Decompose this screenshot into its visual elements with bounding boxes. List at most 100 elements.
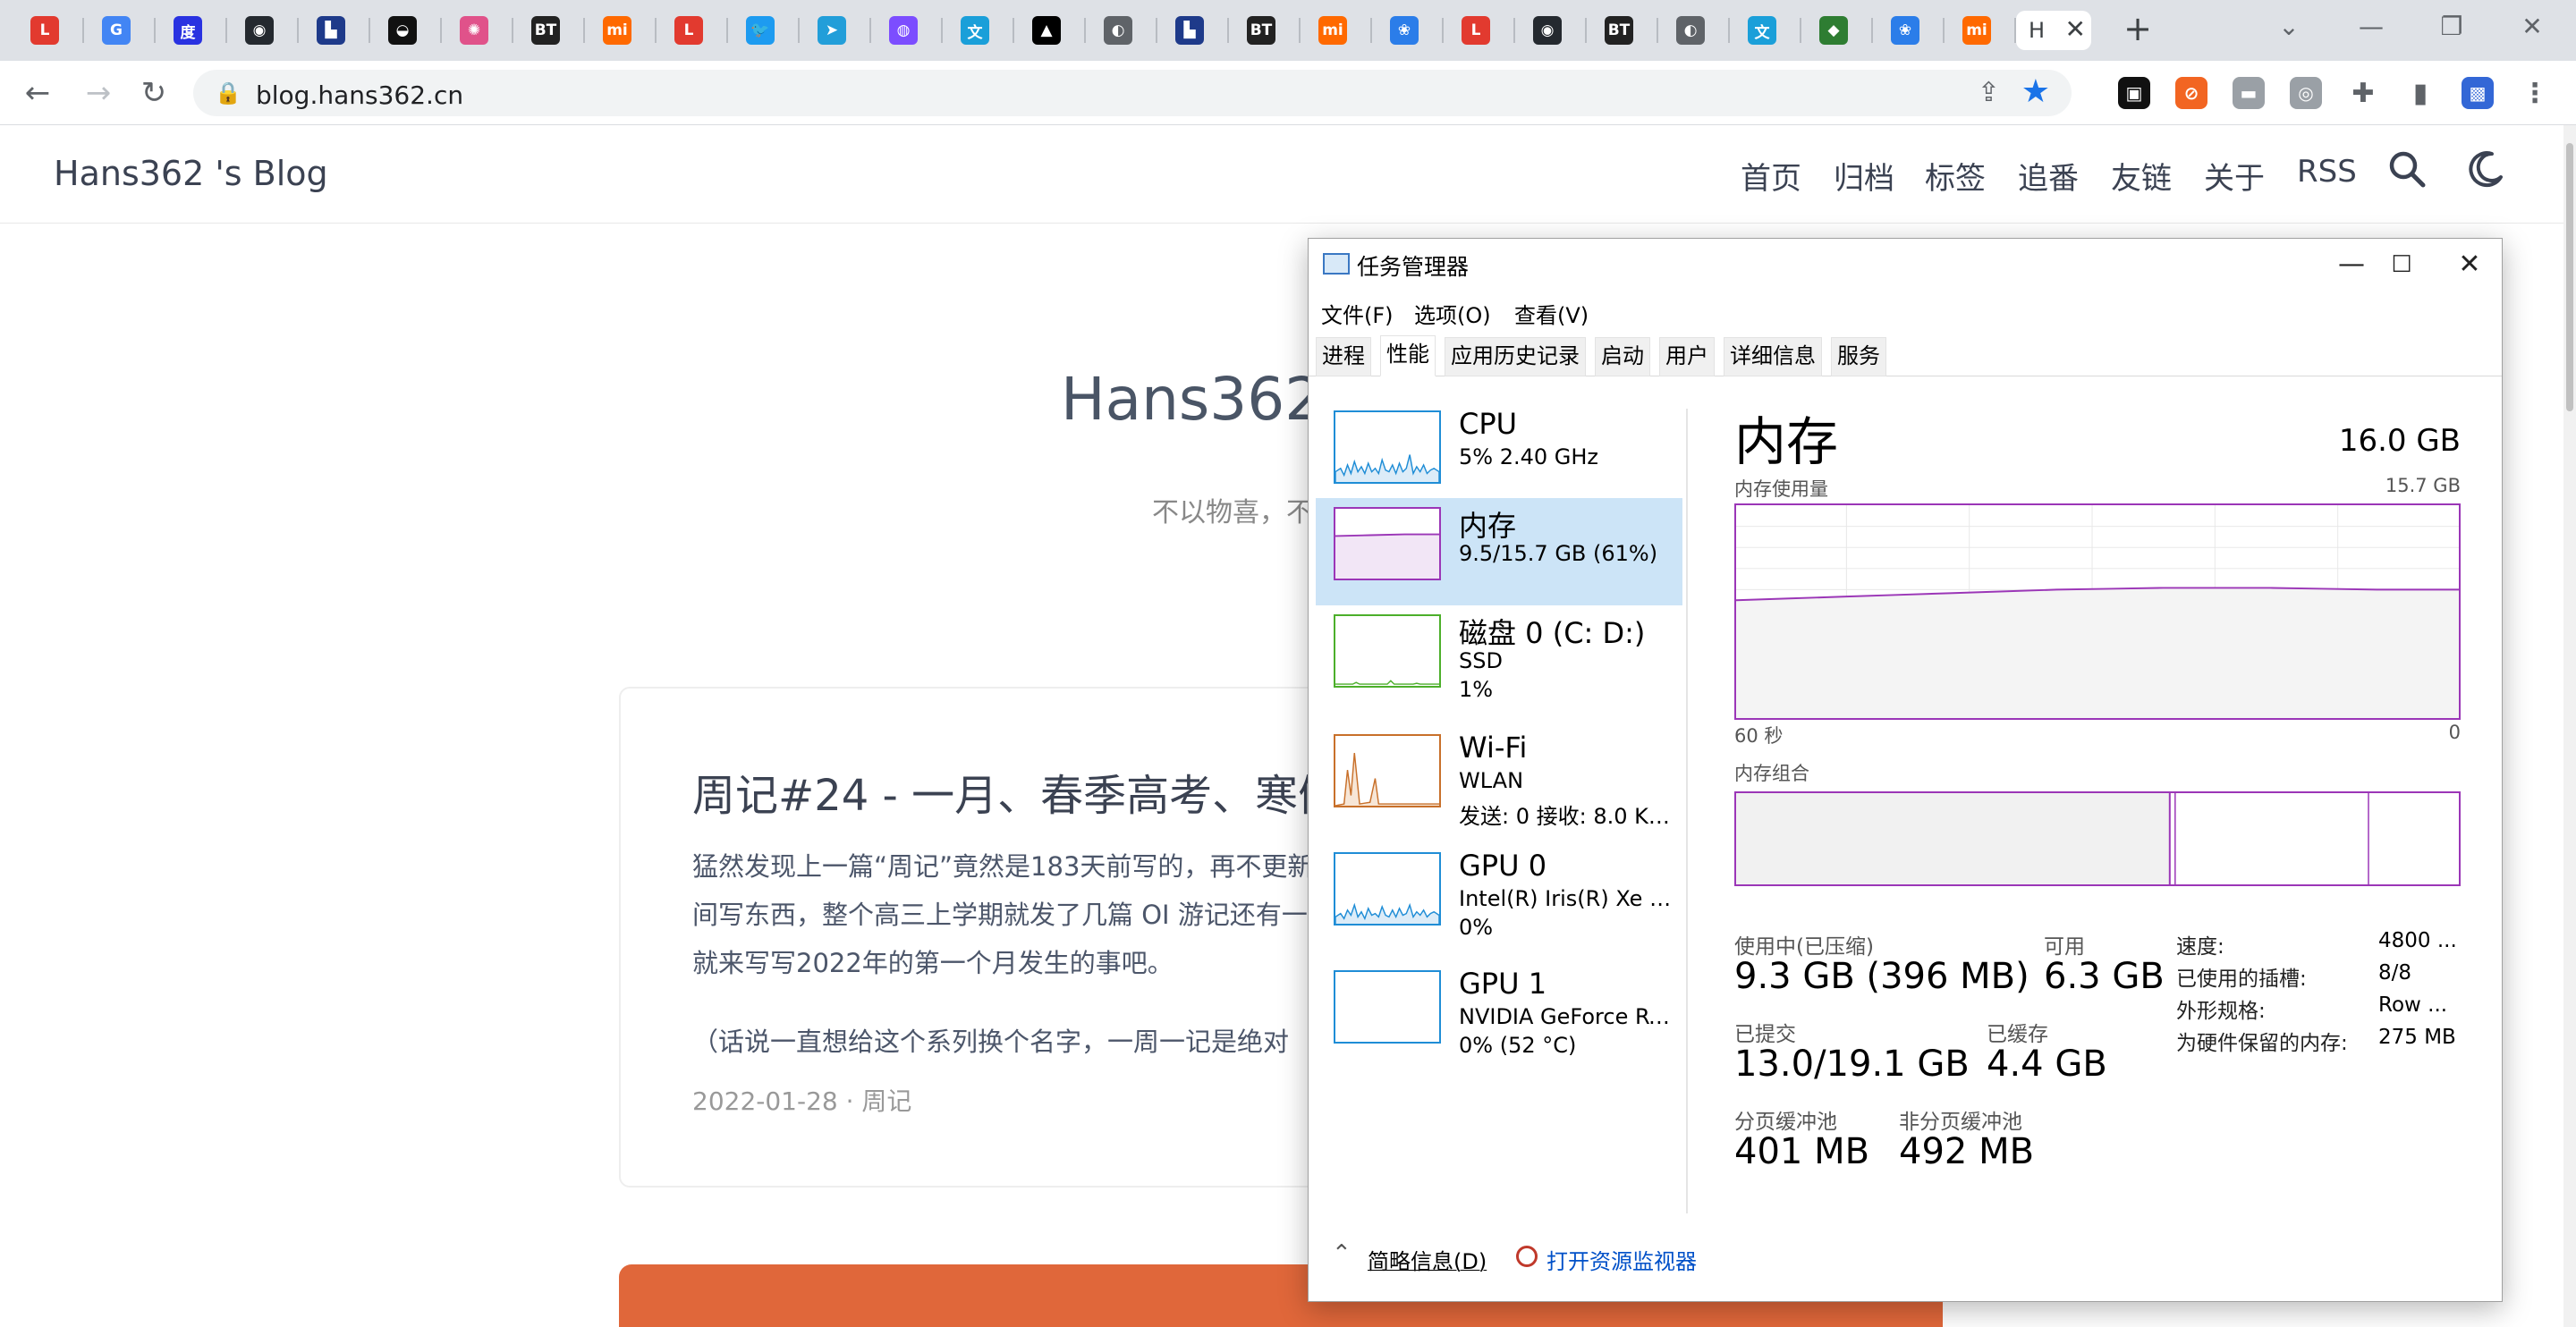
nav-about[interactable]: 关于 (2204, 154, 2265, 198)
open-resource-monitor-link[interactable]: 打开资源监视器 (1546, 1244, 1697, 1275)
tab-app-history[interactable]: 应用历史记录 (1445, 337, 1586, 376)
tm-minimize-button[interactable]: — (2325, 246, 2378, 283)
active-tab[interactable]: H ✕ (2016, 11, 2091, 50)
tab-services[interactable]: 服务 (1831, 337, 1886, 376)
tm-maximize-button[interactable]: ☐ (2375, 246, 2428, 283)
browser-tab[interactable]: ▙ (301, 11, 370, 50)
browser-tab[interactable]: L (14, 11, 84, 50)
sidepanel-icon[interactable]: ▮ (2404, 77, 2436, 109)
task-manager-titlebar[interactable]: 任务管理器 — ☐ ✕ (1309, 239, 2502, 291)
browser-tab[interactable]: L (1445, 11, 1515, 50)
browser-tab[interactable]: ▲ (1016, 11, 1086, 50)
restore-window-button[interactable]: ❐ (2429, 9, 2474, 45)
nav-rss[interactable]: RSS (2297, 154, 2357, 190)
browser-tab[interactable]: ◆ (1803, 11, 1873, 50)
post-title[interactable]: 周记#24 - 一月、春季高考、寒假 (692, 760, 1341, 823)
menu-options[interactable]: 选项(O) (1414, 298, 1491, 329)
browser-tab[interactable]: BT (515, 11, 585, 50)
browser-tab[interactable]: ◒ (372, 11, 442, 50)
lofter-icon: L (674, 16, 703, 45)
address-bar[interactable]: 🔒 blog.hans362.cn ⇪ ★ (193, 70, 2072, 116)
tab-separator (1013, 18, 1014, 43)
profile-icon[interactable]: ▩ (2462, 77, 2494, 109)
browser-tab[interactable]: ▙ (1159, 11, 1229, 50)
tab-separator (1156, 18, 1157, 43)
browser-tab[interactable]: ❀ (1374, 11, 1444, 50)
site-title[interactable]: Hans362 's Blog (54, 154, 328, 193)
perf-item-detail: NVIDIA GeForce RTX 3050 (1459, 1004, 1682, 1029)
fewer-details-link[interactable]: 简略信息(D) (1368, 1244, 1487, 1275)
share-icon[interactable]: ⇪ (1978, 77, 2000, 108)
tm-close-button[interactable]: ✕ (2443, 246, 2496, 283)
browser-tab[interactable]: BT (1589, 11, 1658, 50)
browser-tab[interactable]: BT (1231, 11, 1301, 50)
browser-tab[interactable]: 文 (1732, 11, 1801, 50)
browser-tab[interactable]: ✺ (444, 11, 513, 50)
menu-icon[interactable]: ⋮ (2519, 77, 2551, 109)
browser-tab[interactable]: ◍ (873, 11, 943, 50)
dark-mode-moon-icon[interactable] (2465, 148, 2506, 190)
url-text[interactable]: blog.hans362.cn (256, 80, 463, 110)
browser-tab[interactable]: 文 (945, 11, 1014, 50)
perf-item-gpu0[interactable]: GPU 0 Intel(R) Iris(R) Xe Graphics 0% (1316, 843, 1682, 951)
tab-search-icon[interactable]: ⌄ (2267, 9, 2311, 45)
chevron-up-icon[interactable]: ⌃ (1332, 1240, 1352, 1267)
new-tab-button[interactable]: + (2118, 11, 2157, 50)
ext-icon[interactable]: ▣ (2118, 77, 2150, 109)
pane-divider[interactable] (1686, 409, 1688, 1213)
ext-icon[interactable]: ◎ (2290, 77, 2322, 109)
tab-startup[interactable]: 启动 (1595, 337, 1650, 376)
browser-tab[interactable]: ❀ (1875, 11, 1945, 50)
close-tab-icon[interactable]: ✕ (2065, 14, 2086, 44)
perf-item-disk[interactable]: 磁盘 0 (C: D:) SSD 1% (1316, 605, 1682, 713)
nav-anime[interactable]: 追番 (2018, 154, 2079, 198)
nav-archive[interactable]: 归档 (1834, 154, 1894, 198)
browser-tab[interactable]: ◐ (1088, 11, 1157, 50)
browser-tab[interactable]: ➤ (801, 11, 871, 50)
tab-processes[interactable]: 进程 (1316, 337, 1371, 376)
scrollbar-thumb[interactable] (2566, 143, 2573, 411)
menu-view[interactable]: 查看(V) (1514, 298, 1589, 329)
browser-tab[interactable]: ◉ (1517, 11, 1587, 50)
nav-links[interactable]: 友链 (2111, 154, 2172, 198)
memory-composition-bar (1734, 791, 2461, 886)
close-window-button[interactable]: ✕ (2510, 9, 2555, 45)
tab-separator (941, 18, 943, 43)
perf-item-detail: 5% 2.40 GHz (1459, 444, 1599, 469)
tab-performance[interactable]: 性能 (1380, 335, 1436, 376)
forward-button[interactable]: → (79, 73, 118, 113)
browser-tab[interactable]: mi (1302, 11, 1372, 50)
perf-item-wifi[interactable]: Wi-Fi WLAN 发送: 0 接收: 8.0 Kbps (1316, 725, 1682, 833)
minimize-window-button[interactable]: — (2349, 9, 2394, 45)
perf-item-cpu[interactable]: CPU 5% 2.40 GHz (1316, 401, 1682, 509)
paged-pool-value: 401 MB (1734, 1131, 1870, 1172)
browser-tab[interactable]: 度 (157, 11, 227, 50)
active-tab-title: H (2029, 18, 2046, 43)
browser-tab[interactable]: G (86, 11, 156, 50)
lock-icon[interactable]: 🔒 (215, 80, 242, 106)
page-scrollbar[interactable] (2563, 125, 2576, 1327)
browser-tab[interactable]: ◐ (1660, 11, 1730, 50)
perf-item-memory[interactable]: 内存 9.5/15.7 GB (61%) (1316, 498, 1682, 605)
perf-item-gpu1[interactable]: GPU 1 NVIDIA GeForce RTX 3050 0% (52 °C) (1316, 961, 1682, 1069)
bookmark-star-icon[interactable]: ★ (2021, 73, 2050, 110)
browser-tab[interactable]: mi (587, 11, 657, 50)
ext-icon[interactable]: ▬ (2233, 77, 2265, 109)
browser-tab[interactable]: L (658, 11, 728, 50)
menu-file[interactable]: 文件(F) (1321, 298, 1394, 329)
baidu-icon: 度 (174, 16, 202, 45)
puzzle-icon[interactable]: ✚ (2347, 77, 2379, 109)
nav-home[interactable]: 首页 (1741, 154, 1801, 198)
browser-tab[interactable]: ◉ (229, 11, 299, 50)
search-icon[interactable] (2386, 148, 2428, 190)
site-icon: 文 (1748, 16, 1776, 45)
tab-details[interactable]: 详细信息 (1724, 337, 1822, 376)
back-button[interactable]: ← (18, 73, 57, 113)
nav-tags[interactable]: 标签 (1925, 154, 1986, 198)
reload-button[interactable]: ↻ (134, 73, 174, 113)
perf-item-name: CPU (1459, 407, 1518, 441)
ext-icon[interactable]: ⊘ (2175, 77, 2207, 109)
browser-tab[interactable]: 🐦 (730, 11, 800, 50)
browser-tab[interactable]: mi (1946, 11, 2016, 50)
tab-users[interactable]: 用户 (1659, 337, 1715, 376)
